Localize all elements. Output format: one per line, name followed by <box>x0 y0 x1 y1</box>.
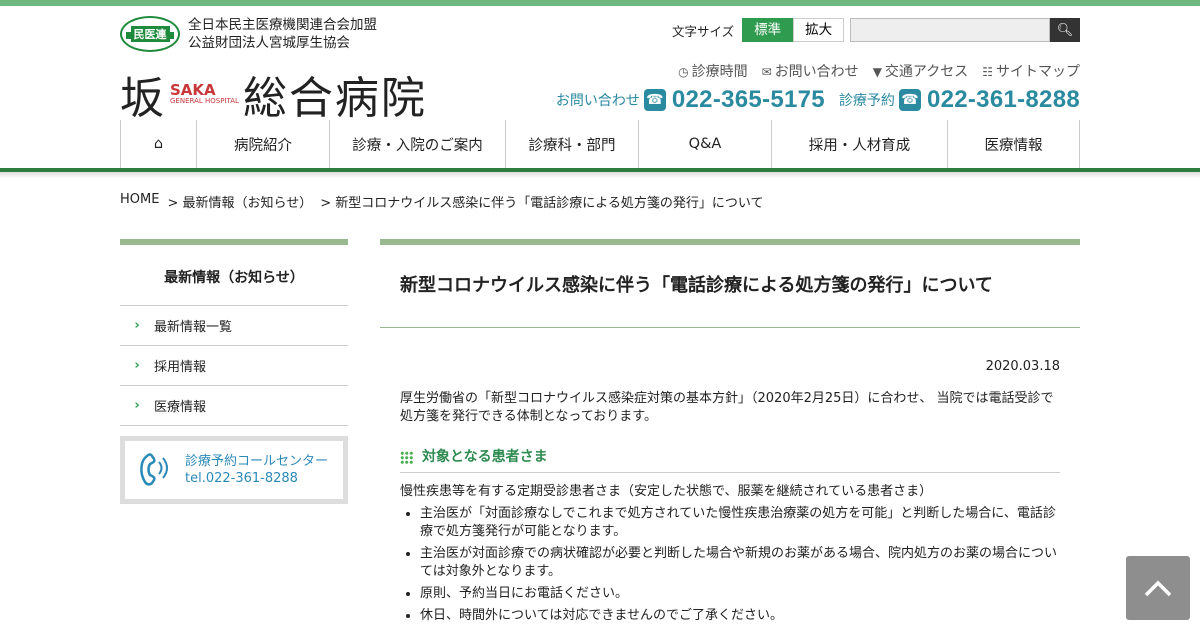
utility-links: ◷ 診療時間 ✉ お問い合わせ ▼ 交通アクセス ☷ サイトマップ <box>664 61 1080 81</box>
home-icon: ⌂ <box>153 136 164 152</box>
reserve-phone-label: 診療予約 <box>838 93 895 109</box>
font-size-standard-button[interactable]: 標準 <box>742 18 794 42</box>
list-item: 主治医が対面診療での病状確認が必要と判断した場合や新規のお薬がある場合、院内処方… <box>420 545 1060 581</box>
util-link-hours[interactable]: ◷ 診療時間 <box>678 61 747 81</box>
reserve-phone-number[interactable]: 022-361-8288 <box>927 86 1080 114</box>
font-size-label: 文字サイズ <box>672 23 735 39</box>
call-center-tel: tel.022-361-8288 <box>185 471 298 486</box>
call-center-banner[interactable]: 診療予約コールセンター tel.022-361-8288 <box>120 436 348 504</box>
contact-phone-number[interactable]: 022-365-5175 <box>672 86 825 114</box>
nav-recruit[interactable]: 採用・人材育成 <box>772 120 948 168</box>
phone-numbers: お問い合わせ ☎ 022-365-5175 診療予約 ☎ 022-361-828… <box>556 86 1080 114</box>
back-to-top-button[interactable] <box>1126 556 1190 620</box>
nav-home[interactable]: ⌂ <box>121 120 197 168</box>
chevron-up-icon <box>1144 580 1172 597</box>
org-line-2: 公益財団法人宮城厚生協会 <box>188 35 350 51</box>
chevron-right-icon: › <box>134 358 140 373</box>
article-date: 2020.03.18 <box>985 359 1060 374</box>
call-center-name: 診療予約コールセンター <box>185 454 329 469</box>
organization-info: 民医連 全日本民主医療機関連合会加盟 公益財団法人宮城厚生協会 <box>120 16 377 52</box>
section-lead: 慢性疾患等を有する定期受診患者さま（安定した状態で、服薬を継続されている患者さま… <box>400 484 933 499</box>
breadcrumb-current: > 新型コロナウイルス感染に伴う「電話診療による処方箋の発行」について <box>320 196 764 211</box>
sidebar: 最新情報（お知らせ） › 最新情報一覧 › 採用情報 › 医療情報 診療予約コー… <box>120 239 348 629</box>
util-link-sitemap[interactable]: ☷ サイトマップ <box>982 61 1080 81</box>
nav-medical-info[interactable]: 医療情報 <box>948 120 1080 168</box>
chevron-right-icon: › <box>134 318 140 333</box>
map-pin-icon: ▼ <box>872 65 882 79</box>
font-size-control: 文字サイズ 標準 拡大 <box>672 18 845 42</box>
search-form: 🔍︎ <box>850 18 1080 42</box>
sidebar-title: 最新情報（お知らせ） <box>120 239 348 306</box>
chevron-right-icon: › <box>134 398 140 413</box>
org-line-1: 全日本民主医療機関連合会加盟 <box>188 17 377 33</box>
breadcrumb-news[interactable]: > 最新情報（お知らせ） <box>167 192 312 211</box>
article: 新型コロナウイルス感染に伴う「電話診療による処方箋の発行」について 2020.0… <box>380 239 1080 629</box>
util-link-contact[interactable]: ✉ お問い合わせ <box>762 61 859 81</box>
nav-departments[interactable]: 診療科・部門 <box>506 120 639 168</box>
article-title: 新型コロナウイルス感染に伴う「電話診療による処方箋の発行」について <box>380 239 1080 328</box>
nav-visit-admission[interactable]: 診療・入院のご案内 <box>330 120 506 168</box>
phone-icon: ☎ <box>643 89 666 111</box>
main-nav: ⌂ 病院紹介 診療・入院のご案内 診療科・部門 Q&A 採用・人材育成 医療情報 <box>120 120 1080 168</box>
list-item: 原則、予約当日にお電話ください。 <box>420 585 1060 603</box>
breadcrumb-home[interactable]: HOME <box>120 192 159 211</box>
sitemap-icon: ☷ <box>982 65 993 79</box>
section-heading: 対象となる患者さま <box>400 448 1060 473</box>
mail-icon: ✉ <box>761 65 772 79</box>
clock-icon: ◷ <box>678 65 689 79</box>
search-input[interactable] <box>850 18 1050 42</box>
hospital-logo[interactable]: 坂 SAKA GENERAL HOSPITAL 総合病院 <box>120 62 427 126</box>
nav-qa[interactable]: Q&A <box>639 120 772 168</box>
list-item: 休日、時間外については対応できませんのでご了承ください。 <box>420 607 1060 625</box>
contact-phone-label: お問い合わせ <box>555 93 640 109</box>
phone-icon: ☎ <box>898 89 921 111</box>
nav-about[interactable]: 病院紹介 <box>197 120 330 168</box>
sidebar-item-news-list[interactable]: › 最新情報一覧 <box>120 306 348 346</box>
font-size-large-button[interactable]: 拡大 <box>793 18 845 42</box>
search-icon: 🔍︎ <box>1056 22 1074 37</box>
grid-dots-icon <box>400 450 413 464</box>
minirenren-logo: 民医連 <box>120 16 180 52</box>
breadcrumb: HOME > 最新情報（お知らせ） > 新型コロナウイルス感染に伴う「電話診療に… <box>120 192 1080 211</box>
article-intro: 厚生労働省の「新型コロナウイルス感染症対策の基本方針」（2020年2月25日）に… <box>400 391 1054 424</box>
sidebar-item-medical-info[interactable]: › 医療情報 <box>120 386 348 426</box>
condition-list: 主治医が「対面診療なしでこれまで処方されていた慢性疾患治療薬の処方を可能」と判断… <box>400 505 1060 625</box>
phone-handset-icon <box>133 450 175 490</box>
site-header: 民医連 全日本民主医療機関連合会加盟 公益財団法人宮城厚生協会 坂 SAKA G… <box>120 6 1080 168</box>
search-button[interactable]: 🔍︎ <box>1050 18 1080 42</box>
sidebar-item-recruit[interactable]: › 採用情報 <box>120 346 348 386</box>
list-item: 主治医が「対面診療なしでこれまで処方されていた慢性疾患治療薬の処方を可能」と判断… <box>420 505 1060 541</box>
util-link-access[interactable]: ▼ 交通アクセス <box>873 61 969 81</box>
